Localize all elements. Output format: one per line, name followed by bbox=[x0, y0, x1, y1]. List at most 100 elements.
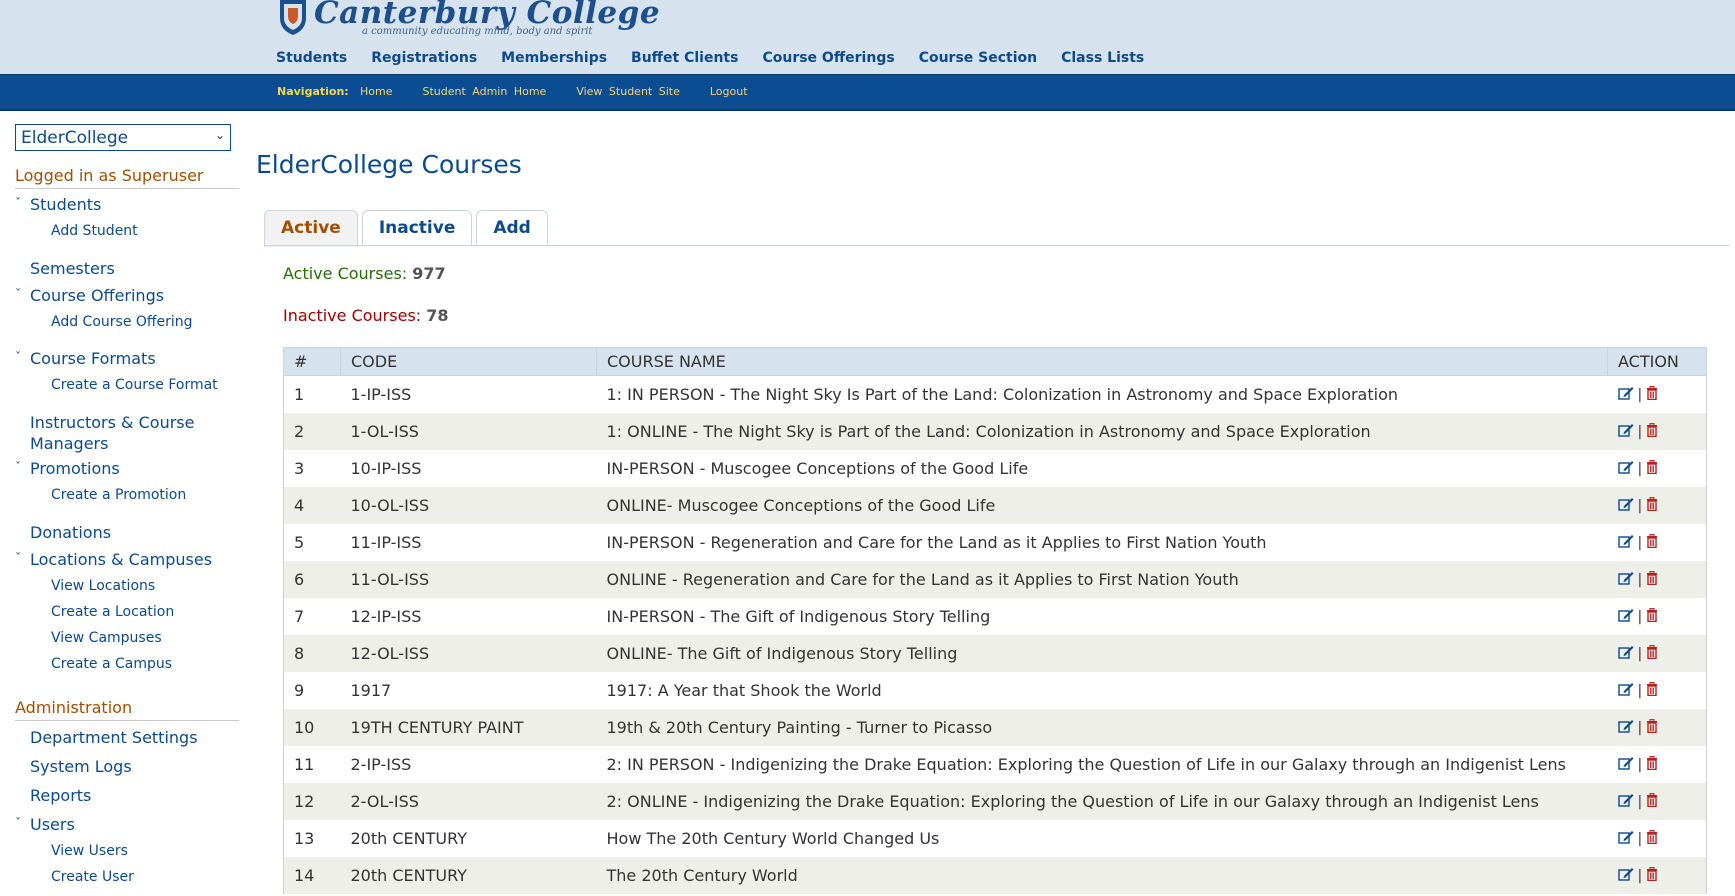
trash-icon[interactable] bbox=[1646, 422, 1658, 441]
row-course-name: 2: IN PERSON - Indigenizing the Drake Eq… bbox=[606, 755, 1566, 774]
edit-icon[interactable] bbox=[1617, 793, 1634, 811]
topnav-course-section[interactable]: Course Section bbox=[919, 50, 1037, 66]
edit-icon[interactable] bbox=[1617, 830, 1634, 848]
nav-view-student-site-link[interactable]: View Student Site bbox=[576, 85, 680, 98]
sidebar-item-create-course-format[interactable]: Create a Course Format bbox=[51, 377, 218, 393]
trash-icon[interactable] bbox=[1646, 385, 1658, 404]
row-code: 1-IP-ISS bbox=[350, 385, 412, 404]
chevron-down-icon[interactable]: ˇ bbox=[15, 551, 21, 565]
trash-icon[interactable] bbox=[1646, 570, 1658, 589]
action-separator: | bbox=[1637, 460, 1643, 477]
table-header-row: # CODE COURSE NAME ACTION bbox=[283, 347, 1707, 376]
trash-icon[interactable] bbox=[1646, 755, 1658, 774]
trash-icon[interactable] bbox=[1646, 496, 1658, 515]
action-separator: | bbox=[1637, 793, 1643, 810]
row-course-name: 1917: A Year that Shook the World bbox=[606, 681, 882, 700]
row-number: 9 bbox=[283, 672, 341, 709]
chevron-down-icon[interactable]: ˇ bbox=[15, 196, 21, 210]
table-row: 8 12-OL-ISS ONLINE- The Gift of Indigenous… bbox=[283, 635, 1707, 672]
edit-icon[interactable] bbox=[1617, 608, 1634, 626]
row-course-name: 1: ONLINE - The Night Sky is Part of the… bbox=[596, 413, 1608, 450]
edit-icon[interactable] bbox=[1617, 756, 1634, 774]
trash-icon[interactable] bbox=[1646, 681, 1658, 700]
tab-active[interactable]: Active bbox=[264, 210, 358, 247]
nav-home-link[interactable]: Home bbox=[360, 85, 392, 98]
edit-icon[interactable] bbox=[1617, 386, 1634, 404]
action-separator: | bbox=[1637, 534, 1643, 551]
row-actions: | bbox=[1607, 635, 1707, 672]
sidebar-item-reports[interactable]: Reports bbox=[30, 785, 235, 806]
edit-icon[interactable] bbox=[1617, 682, 1634, 700]
row-code: 12-IP-ISS bbox=[350, 607, 422, 626]
trash-icon[interactable] bbox=[1646, 866, 1658, 885]
chevron-down-icon[interactable]: ˇ bbox=[15, 287, 21, 301]
navigation-label: Navigation: bbox=[277, 85, 349, 98]
table-row: 5 11-IP-ISS IN-PERSON - Regeneration and C… bbox=[283, 524, 1707, 561]
table-row: 3 10-IP-ISS IN-PERSON - Muscogee Conceptio… bbox=[283, 450, 1707, 487]
row-code: 1-OL-ISS bbox=[340, 413, 597, 450]
trash-icon[interactable] bbox=[1646, 644, 1658, 663]
sidebar-item-system-logs[interactable]: System Logs bbox=[30, 756, 235, 777]
edit-icon[interactable] bbox=[1617, 867, 1634, 885]
trash-icon[interactable] bbox=[1646, 792, 1658, 811]
sidebar-item-donations[interactable]: Donations bbox=[30, 522, 235, 543]
table-row: 2 1-OL-ISS 1: ONLINE - The Night Sky is Pa… bbox=[283, 413, 1707, 450]
trash-icon[interactable] bbox=[1646, 829, 1658, 848]
sidebar-item-create-campus[interactable]: Create a Campus bbox=[51, 656, 172, 672]
chevron-down-icon[interactable]: ˇ bbox=[15, 460, 21, 474]
action-separator: | bbox=[1637, 608, 1643, 625]
column-header-course-name[interactable]: COURSE NAME bbox=[596, 347, 1608, 376]
sidebar-item-users[interactable]: Users bbox=[30, 814, 235, 835]
edit-icon[interactable] bbox=[1617, 719, 1634, 737]
department-select[interactable]: ElderCollege ⌄ bbox=[15, 124, 231, 151]
topnav-course-offerings[interactable]: Course Offerings bbox=[762, 50, 894, 66]
topnav-buffet-clients[interactable]: Buffet Clients bbox=[631, 50, 738, 66]
nav-student-admin-home-link[interactable]: Student Admin Home bbox=[422, 85, 546, 98]
sidebar-item-create-location[interactable]: Create a Location bbox=[51, 604, 174, 620]
trash-icon[interactable] bbox=[1646, 533, 1658, 552]
sidebar-item-add-course-offering[interactable]: Add Course Offering bbox=[51, 314, 193, 330]
sidebar-item-course-offerings[interactable]: Course Offerings bbox=[30, 285, 235, 306]
trash-icon[interactable] bbox=[1646, 718, 1658, 737]
trash-icon[interactable] bbox=[1646, 459, 1658, 478]
sidebar-item-view-campuses[interactable]: View Campuses bbox=[51, 630, 162, 646]
sidebar-item-promotions[interactable]: Promotions bbox=[30, 458, 235, 479]
chevron-down-icon[interactable]: ˇ bbox=[15, 816, 21, 830]
topnav-class-lists[interactable]: Class Lists bbox=[1061, 50, 1144, 66]
sidebar-item-view-locations[interactable]: View Locations bbox=[51, 578, 155, 594]
tab-inactive[interactable]: Inactive bbox=[361, 210, 473, 245]
sidebar-item-add-student[interactable]: Add Student bbox=[51, 223, 138, 239]
sidebar-item-locations[interactable]: Locations & Campuses bbox=[30, 549, 235, 570]
sidebar-item-semesters[interactable]: Semesters bbox=[30, 258, 235, 279]
sidebar-item-instructors[interactable]: Instructors & Course Managers bbox=[30, 412, 235, 454]
edit-icon[interactable] bbox=[1617, 423, 1634, 441]
sidebar-item-department-settings[interactable]: Department Settings bbox=[30, 727, 235, 748]
edit-icon[interactable] bbox=[1617, 571, 1634, 589]
row-course-name: The 20th Century World bbox=[596, 857, 1608, 894]
action-separator: | bbox=[1637, 423, 1643, 440]
column-header-number[interactable]: # bbox=[283, 347, 341, 376]
sidebar-item-course-formats[interactable]: Course Formats bbox=[30, 348, 235, 369]
sidebar-item-students[interactable]: Students bbox=[30, 194, 235, 215]
chevron-down-icon[interactable]: ˇ bbox=[15, 350, 21, 364]
row-number: 2 bbox=[283, 413, 341, 450]
tab-add[interactable]: Add bbox=[476, 210, 548, 245]
column-header-code[interactable]: CODE bbox=[340, 347, 597, 376]
sidebar-item-create-promotion[interactable]: Create a Promotion bbox=[51, 487, 186, 503]
department-select-value: ElderCollege bbox=[21, 128, 129, 148]
topnav-memberships[interactable]: Memberships bbox=[501, 50, 607, 66]
edit-icon[interactable] bbox=[1617, 534, 1634, 552]
site-logo[interactable]: Canterbury College a community educating… bbox=[276, 0, 660, 38]
edit-icon[interactable] bbox=[1617, 497, 1634, 515]
edit-icon[interactable] bbox=[1617, 645, 1634, 663]
row-actions: | bbox=[1607, 413, 1707, 450]
sidebar-item-view-users[interactable]: View Users bbox=[51, 843, 128, 859]
edit-icon[interactable] bbox=[1617, 460, 1634, 478]
topnav-registrations[interactable]: Registrations bbox=[371, 50, 477, 66]
topnav-students[interactable]: Students bbox=[276, 50, 347, 66]
nav-logout-link[interactable]: Logout bbox=[710, 85, 748, 98]
row-number: 13 bbox=[283, 820, 341, 857]
trash-icon[interactable] bbox=[1646, 607, 1658, 626]
navigation-bar: Navigation: Home Student Admin Home View… bbox=[0, 74, 1735, 111]
sidebar-item-create-user[interactable]: Create User bbox=[51, 869, 134, 885]
